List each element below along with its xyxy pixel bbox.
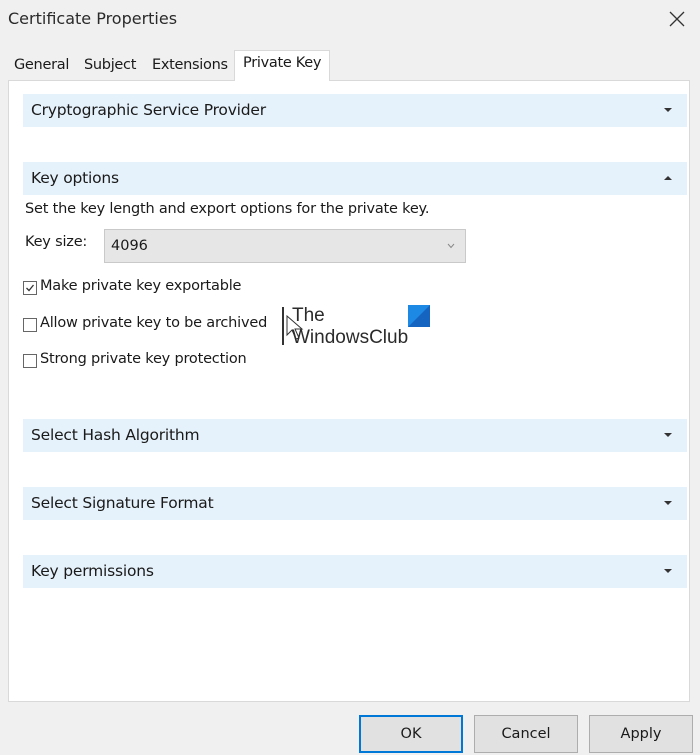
section-signature-header[interactable]: Select Signature Format (23, 487, 687, 520)
checkmark-icon (26, 284, 35, 292)
section-signature-label: Select Signature Format (31, 494, 214, 512)
chevron-down-icon (447, 243, 455, 249)
tab-private-key[interactable]: Private Key (234, 50, 330, 81)
section-hash-header[interactable]: Select Hash Algorithm (23, 419, 687, 452)
section-key-options-label: Key options (31, 169, 119, 187)
watermark: The WindowsClub (282, 303, 442, 355)
chevron-up-icon (664, 176, 672, 180)
key-size-select[interactable]: 4096 (104, 229, 466, 263)
checkbox-box[interactable] (23, 281, 37, 295)
cancel-button[interactable]: Cancel (474, 715, 578, 753)
checkbox-label: Make private key exportable (40, 278, 242, 294)
checkbox-label: Strong private key protection (40, 351, 247, 367)
section-csp-header[interactable]: Cryptographic Service Provider (23, 94, 687, 127)
chevron-down-icon (664, 569, 672, 573)
key-size-label: Key size: (25, 234, 88, 250)
close-icon (669, 11, 685, 27)
tab-extensions[interactable]: Extensions (146, 53, 234, 80)
chevron-down-icon (664, 108, 672, 112)
chevron-down-icon (664, 433, 672, 437)
close-button[interactable] (660, 4, 694, 34)
watermark-line2: WindowsClub (292, 327, 409, 348)
section-key-options-header[interactable]: Key options (23, 162, 687, 195)
section-hash-label: Select Hash Algorithm (31, 426, 200, 444)
tab-subject[interactable]: Subject (78, 53, 144, 80)
ok-button[interactable]: OK (359, 715, 463, 753)
watermark-line1: The (292, 305, 325, 326)
chevron-down-icon (664, 501, 672, 505)
section-csp-label: Cryptographic Service Provider (31, 101, 266, 119)
checkbox-box[interactable] (23, 318, 37, 332)
apply-button[interactable]: Apply (589, 715, 693, 753)
title-bar: Certificate Properties (0, 0, 700, 44)
key-size-value: 4096 (111, 238, 148, 254)
windows-logo-icon (408, 305, 430, 327)
text-cursor-icon (282, 307, 284, 345)
checkbox-label: Allow private key to be archived (40, 315, 268, 331)
checkbox-box[interactable] (23, 354, 37, 368)
section-permissions-label: Key permissions (31, 562, 154, 580)
key-options-description: Set the key length and export options fo… (25, 201, 430, 217)
window-title: Certificate Properties (8, 9, 178, 28)
section-permissions-header[interactable]: Key permissions (23, 555, 687, 588)
private-key-panel: Cryptographic Service Provider Key optio… (8, 80, 690, 702)
tab-general[interactable]: General (8, 53, 76, 80)
tab-strip: General Subject Extensions Private Key (8, 50, 692, 81)
